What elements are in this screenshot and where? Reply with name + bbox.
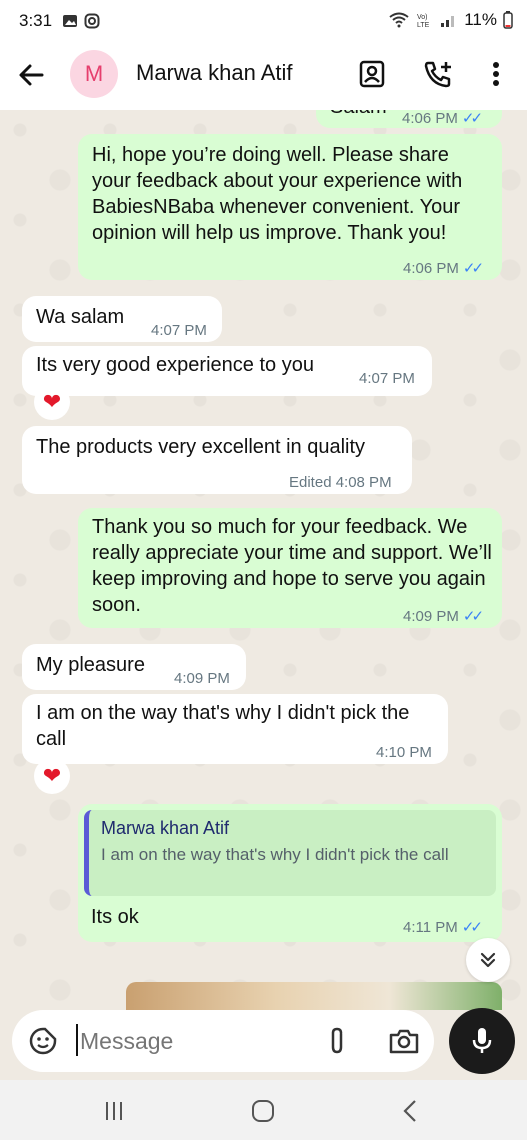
camera-icon[interactable]	[388, 1026, 420, 1056]
status-bar: 3:31 Vo) LTE 11%	[0, 0, 527, 42]
read-ticks-icon: ✓✓	[462, 608, 484, 625]
read-ticks-icon: ✓✓	[461, 110, 483, 127]
voice-message-button[interactable]	[449, 1008, 515, 1074]
system-nav-bar	[0, 1080, 527, 1140]
battery-icon	[503, 11, 513, 29]
signal-icon	[441, 16, 455, 27]
svg-text:Vo): Vo)	[417, 14, 428, 21]
message-input[interactable]	[78, 1022, 302, 1060]
heart-reaction-icon[interactable]: ❤	[34, 758, 70, 794]
message-time: 4:11 PM	[403, 919, 458, 936]
back-arrow-icon[interactable]	[16, 60, 46, 90]
volte-icon: Vo)LTE	[417, 14, 430, 29]
chat-header: M Marwa khan Atif	[0, 42, 527, 111]
message-incoming[interactable]: The products very excellent in quality E…	[22, 426, 412, 494]
contact-name[interactable]: Marwa khan Atif	[136, 60, 293, 86]
home-icon[interactable]	[251, 1099, 275, 1123]
message-text: The products very excellent in quality	[36, 436, 366, 458]
attachment-icon[interactable]	[324, 1026, 350, 1056]
image-message-preview[interactable]	[126, 982, 502, 1010]
message-time: 4:07 PM	[359, 370, 415, 387]
message-outgoing[interactable]: Thank you so much for your feedback. We …	[78, 508, 502, 628]
microphone-icon	[472, 1028, 492, 1053]
message-text: Its very good experience to you	[36, 354, 314, 376]
message-time: 4:06 PM	[402, 110, 458, 127]
message-text: Hi, hope you’re doing well. Please share…	[92, 144, 463, 244]
message-text: Salam	[330, 110, 387, 120]
message-time: 4:07 PM	[151, 322, 207, 339]
battery-percent: 11%	[464, 10, 497, 29]
recent-apps-icon[interactable]	[103, 1100, 125, 1122]
message-composer	[12, 1010, 434, 1072]
message-outgoing[interactable]: Hi, hope you’re doing well. Please share…	[78, 134, 502, 280]
scroll-down-button[interactable]	[466, 938, 510, 982]
avatar[interactable]: M	[70, 50, 118, 98]
message-incoming[interactable]: I am on the way that's why I didn't pick…	[22, 694, 448, 764]
more-options-icon[interactable]	[480, 58, 512, 90]
message-time: 4:10 PM	[376, 744, 432, 761]
contact-card-icon[interactable]	[356, 58, 388, 90]
message-text: Wa salam	[36, 306, 125, 328]
message-text: Thank you so much for your feedback. We …	[92, 516, 492, 616]
add-call-icon[interactable]	[422, 58, 454, 90]
chat-area[interactable]: Salam 4:06 PM✓✓ Hi, hope you’re doing we…	[0, 110, 527, 1010]
instagram-icon	[84, 13, 100, 29]
heart-reaction-icon[interactable]: ❤	[34, 384, 70, 420]
quoted-sender: Marwa khan Atif	[101, 818, 230, 838]
double-chevron-down-icon	[480, 952, 496, 968]
message-outgoing[interactable]: Salam 4:06 PM✓✓	[316, 110, 502, 128]
message-time: Edited 4:08 PM	[289, 474, 392, 491]
svg-text:LTE: LTE	[417, 22, 430, 29]
read-ticks-icon: ✓✓	[462, 260, 484, 277]
emoji-sticker-icon[interactable]	[28, 1026, 58, 1056]
message-text: My pleasure	[36, 654, 145, 676]
quoted-text: I am on the way that's why I didn't pick…	[101, 845, 449, 864]
message-text: Its ok	[91, 906, 139, 928]
message-incoming[interactable]: Wa salam 4:07 PM	[22, 296, 222, 342]
wifi-icon	[389, 12, 409, 28]
message-incoming[interactable]: Its very good experience to you 4:07 PM	[22, 346, 432, 396]
message-incoming[interactable]: My pleasure 4:09 PM	[22, 644, 246, 690]
gallery-icon	[63, 15, 78, 27]
message-time: 4:06 PM	[403, 260, 459, 277]
back-nav-icon[interactable]	[400, 1099, 420, 1123]
message-time: 4:09 PM	[403, 608, 459, 625]
message-time: 4:09 PM	[174, 670, 230, 687]
read-ticks-icon: ✓✓	[461, 919, 483, 936]
status-time: 3:31	[19, 11, 53, 30]
quoted-message[interactable]: Marwa khan Atif I am on the way that's w…	[84, 810, 496, 896]
